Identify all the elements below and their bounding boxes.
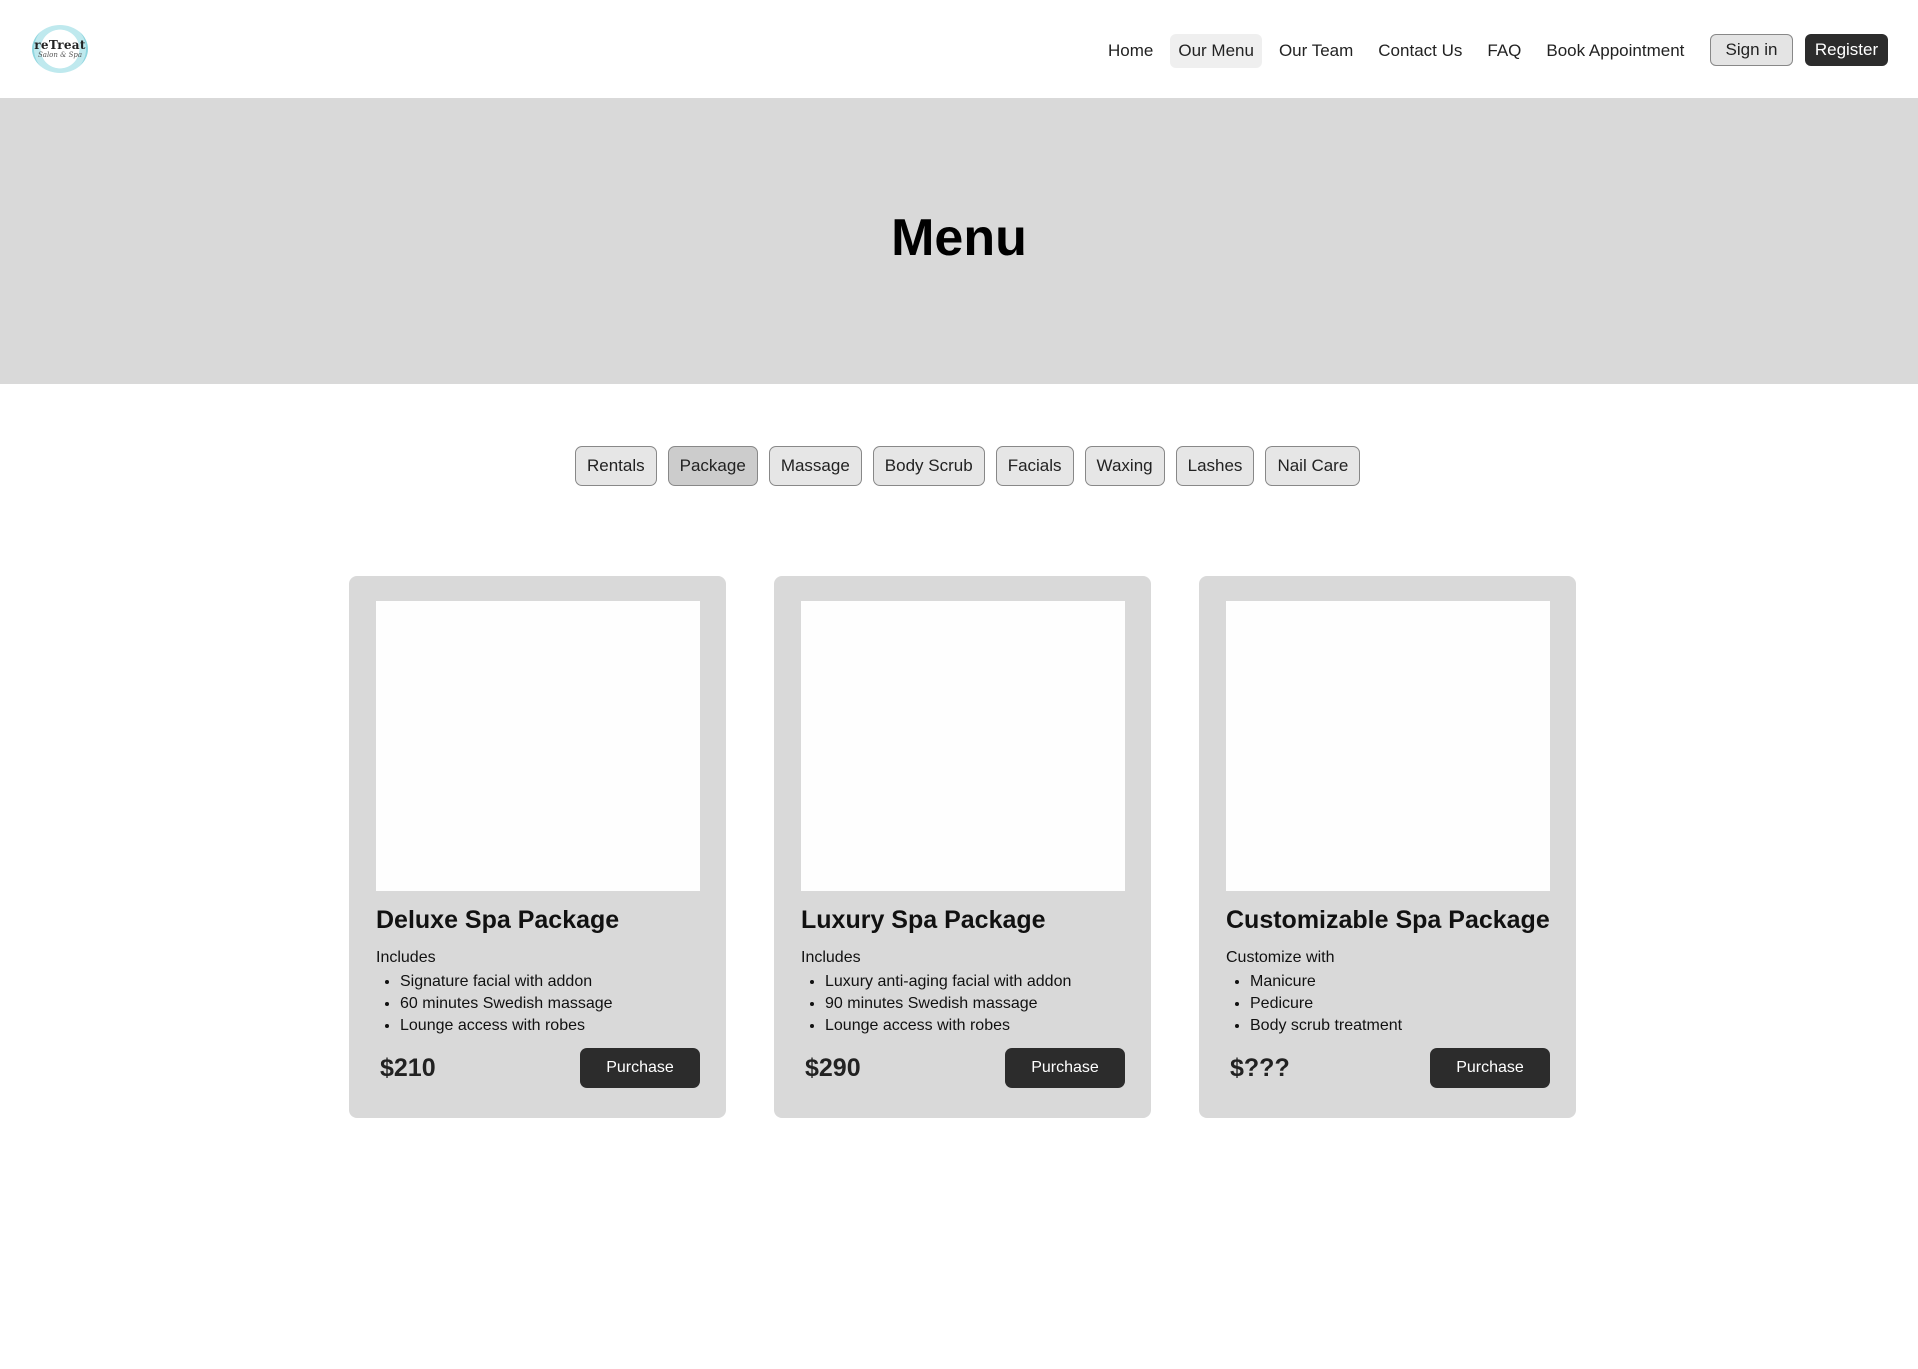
package-price: $210 <box>380 1054 436 1082</box>
logo[interactable]: reTreat Salon & Spa <box>32 25 88 73</box>
purchase-button[interactable]: Purchase <box>1005 1048 1125 1088</box>
package-items: Signature facial with addon 60 minutes S… <box>400 971 613 1037</box>
package-cards: Deluxe Spa Package Includes Signature fa… <box>349 576 1624 1118</box>
package-title: Customizable Spa Package <box>1226 906 1550 934</box>
logo-name: reTreat <box>34 38 86 52</box>
package-card-luxury: Luxury Spa Package Includes Luxury anti-… <box>774 576 1151 1118</box>
purchase-button[interactable]: Purchase <box>1430 1048 1550 1088</box>
main-nav: Home Our Menu Our Team Contact Us FAQ Bo… <box>1100 34 1701 68</box>
package-card-deluxe: Deluxe Spa Package Includes Signature fa… <box>349 576 726 1118</box>
filter-nail-care[interactable]: Nail Care <box>1265 446 1361 486</box>
list-item: Body scrub treatment <box>1250 1015 1402 1037</box>
category-filters: Rentals Package Massage Body Scrub Facia… <box>575 446 1371 486</box>
list-item: Luxury anti-aging facial with addon <box>825 971 1071 993</box>
list-item: Lounge access with robes <box>400 1015 613 1037</box>
list-item: 90 minutes Swedish massage <box>825 993 1071 1015</box>
list-item: 60 minutes Swedish massage <box>400 993 613 1015</box>
filter-massage[interactable]: Massage <box>768 446 862 486</box>
hero-banner: Menu <box>0 98 1918 384</box>
package-items: Luxury anti-aging facial with addon 90 m… <box>825 971 1071 1037</box>
purchase-button[interactable]: Purchase <box>580 1048 700 1088</box>
register-button[interactable]: Register <box>1805 34 1888 66</box>
site-header: reTreat Salon & Spa Home Our Menu Our Te… <box>0 0 1918 98</box>
nav-home[interactable]: Home <box>1100 34 1161 68</box>
filter-rentals[interactable]: Rentals <box>575 446 657 486</box>
filter-facials[interactable]: Facials <box>995 446 1074 486</box>
package-items: Manicure Pedicure Body scrub treatment <box>1250 971 1402 1037</box>
nav-contact-us[interactable]: Contact Us <box>1370 34 1470 68</box>
filter-waxing[interactable]: Waxing <box>1084 446 1165 486</box>
list-item: Lounge access with robes <box>825 1015 1071 1037</box>
package-image <box>376 601 700 891</box>
nav-faq[interactable]: FAQ <box>1479 34 1529 68</box>
list-item: Manicure <box>1250 971 1402 993</box>
page-title: Menu <box>891 209 1027 267</box>
list-item: Signature facial with addon <box>400 971 613 993</box>
list-item: Pedicure <box>1250 993 1402 1015</box>
sign-in-button[interactable]: Sign in <box>1710 34 1793 66</box>
filter-lashes[interactable]: Lashes <box>1175 446 1255 486</box>
package-intro: Includes <box>801 949 861 966</box>
filter-package[interactable]: Package <box>667 446 758 486</box>
package-title: Deluxe Spa Package <box>376 906 620 934</box>
nav-our-team[interactable]: Our Team <box>1271 34 1361 68</box>
nav-our-menu[interactable]: Our Menu <box>1170 34 1262 68</box>
package-image <box>1226 601 1550 891</box>
nav-book-appointment[interactable]: Book Appointment <box>1538 34 1692 68</box>
package-image <box>801 601 1125 891</box>
logo-subtitle: Salon & Spa <box>37 51 83 59</box>
package-title: Luxury Spa Package <box>801 906 1046 934</box>
package-intro: Includes <box>376 949 436 966</box>
package-intro: Customize with <box>1226 949 1335 966</box>
package-price: $??? <box>1230 1054 1290 1082</box>
package-price: $290 <box>805 1054 861 1082</box>
filter-body-scrub[interactable]: Body Scrub <box>872 446 985 486</box>
package-card-customizable: Customizable Spa Package Customize with … <box>1199 576 1576 1118</box>
